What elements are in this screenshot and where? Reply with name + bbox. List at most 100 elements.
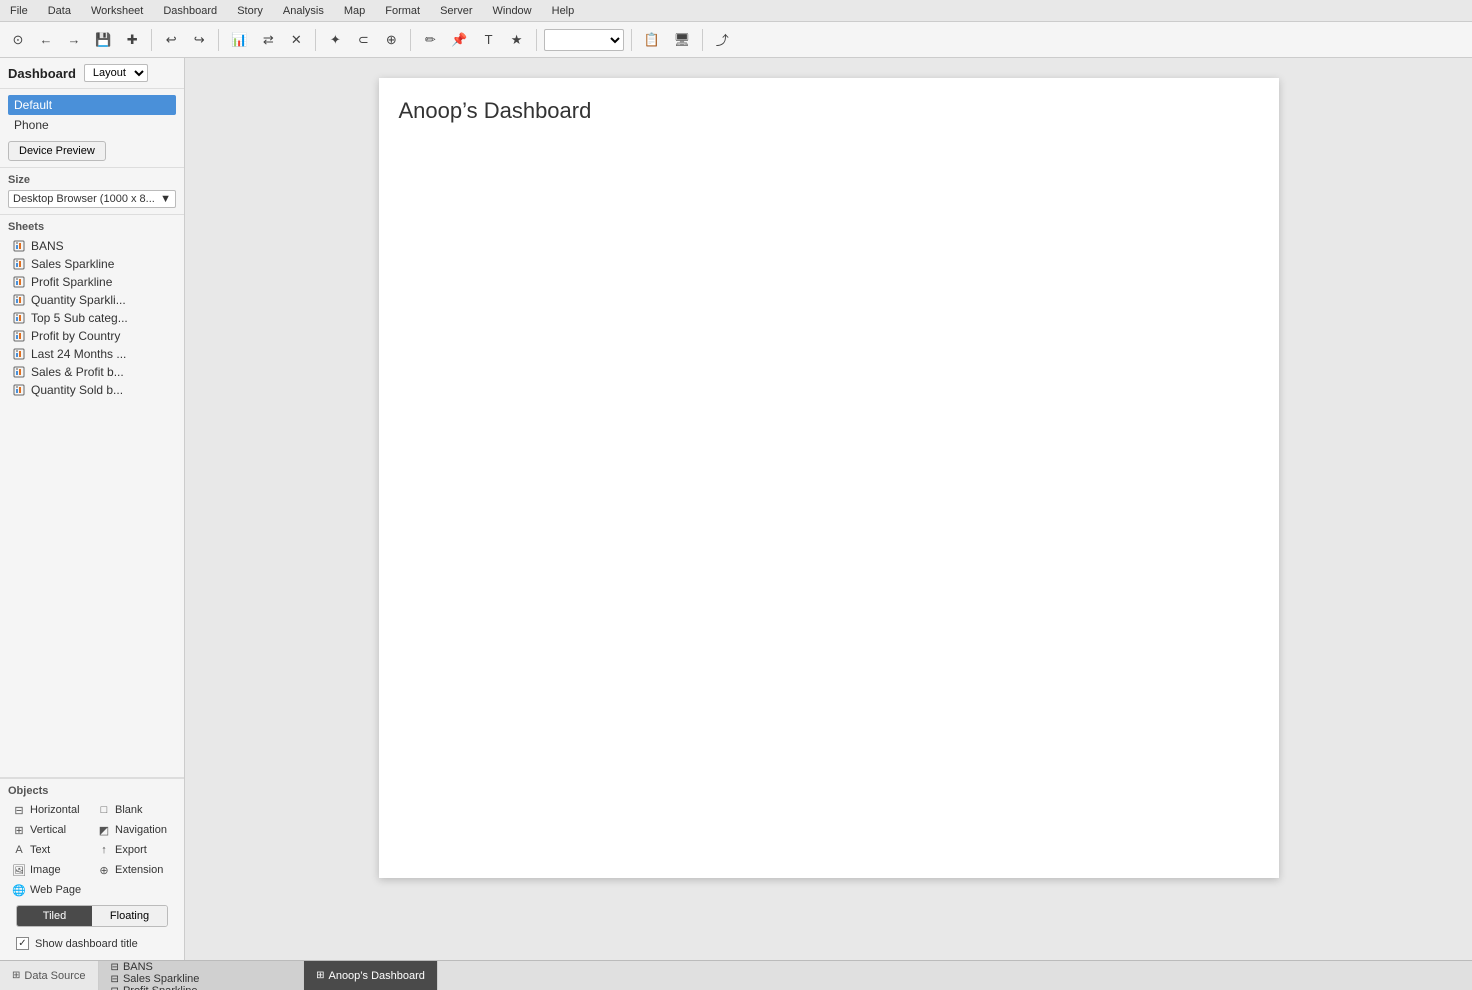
sheet-icon [12, 311, 26, 325]
tab-label: Profit Sparkline [123, 985, 198, 990]
lasso-button[interactable]: ⊂ [351, 27, 375, 53]
object-icon: ⊟ [12, 803, 26, 817]
tab-bans[interactable]: ⊟BANS [99, 961, 305, 973]
star-button[interactable]: ★ [505, 27, 529, 53]
pen-button[interactable]: ✏ [418, 27, 442, 53]
object-item-text[interactable]: A Text [8, 841, 91, 859]
sheets-section: Sheets BANS Sales Sparkline [0, 215, 184, 778]
sheet-item[interactable]: Profit Sparkline [8, 273, 176, 291]
sheet-name: BANS [31, 239, 64, 253]
forward-button[interactable]: → [62, 27, 86, 53]
sheet-item[interactable]: Sales Sparkline [8, 255, 176, 273]
object-item-vertical[interactable]: ⊞ Vertical [8, 821, 91, 839]
toolbar-separator-5 [536, 29, 537, 51]
object-item-web-page[interactable]: 🌐 Web Page [8, 881, 91, 899]
sheet-name: Sales & Profit b... [31, 365, 124, 379]
object-icon: ⊕ [97, 863, 111, 877]
text-button[interactable]: T [477, 27, 501, 53]
menu-help[interactable]: Help [548, 3, 579, 19]
tab-icon: ⊟ [111, 962, 119, 973]
tab-sales-sparkline[interactable]: ⊟Sales Sparkline [99, 973, 305, 985]
panel-title: Dashboard [8, 66, 76, 81]
canvas-area[interactable]: Anoop’s Dashboard [185, 58, 1472, 960]
toolbar-separator-1 [151, 29, 152, 51]
redo-button[interactable]: ↪ [187, 27, 211, 53]
object-item-export[interactable]: ↑ Export [93, 841, 176, 859]
zoom-button[interactable]: ⊕ [379, 27, 403, 53]
layout-dropdown[interactable]: Layout [84, 64, 148, 82]
menu-dashboard[interactable]: Dashboard [159, 3, 221, 19]
toolbar-separator-4 [410, 29, 411, 51]
menu-format[interactable]: Format [381, 3, 424, 19]
object-item-horizontal[interactable]: ⊟ Horizontal [8, 801, 91, 819]
marks-dropdown[interactable] [544, 29, 624, 51]
sheet-item[interactable]: Last 24 Months ... [8, 345, 176, 363]
device-button[interactable]: 🖥 [669, 27, 696, 53]
toolbar-separator-7 [702, 29, 703, 51]
object-item-extension[interactable]: ⊕ Extension [93, 861, 176, 879]
toolbar-separator-3 [315, 29, 316, 51]
device-phone[interactable]: Phone [8, 115, 176, 135]
show-dashboard-title[interactable]: ✓ Show dashboard title [8, 933, 176, 954]
floating-button[interactable]: Floating [92, 906, 167, 926]
size-section: Size Desktop Browser (1000 x 8... ▼ [0, 168, 184, 215]
show-title-checkbox[interactable]: ✓ [16, 937, 29, 950]
toolbar-separator-2 [218, 29, 219, 51]
pin-button[interactable]: 📌 [446, 27, 472, 53]
share-button[interactable]: ⤴ [710, 27, 734, 53]
object-item-navigation[interactable]: ◩ Navigation [93, 821, 176, 839]
view-button[interactable]: 📋 [639, 27, 665, 53]
device-preview-button[interactable]: Device Preview [8, 141, 106, 161]
tab-icon: ⊟ [111, 986, 119, 990]
device-default[interactable]: Default [8, 95, 176, 115]
sheet-item[interactable]: Top 5 Sub categ... [8, 309, 176, 327]
left-panel: Dashboard Layout Default Phone Device Pr… [0, 58, 185, 960]
tab-label: Sales Sparkline [123, 973, 199, 985]
objects-label: Objects [8, 785, 176, 797]
toolbar-separator-6 [631, 29, 632, 51]
menu-data[interactable]: Data [44, 3, 75, 19]
add-button[interactable]: ✚ [120, 27, 144, 53]
sheet-tabs: ⊟BANS⊟Sales Sparkline⊟Profit Sparkline⊟Q… [99, 961, 305, 990]
sheet-item[interactable]: Quantity Sparkli... [8, 291, 176, 309]
menu-file[interactable]: File [6, 3, 32, 19]
home-button[interactable]: ⊙ [6, 27, 30, 53]
menu-map[interactable]: Map [340, 3, 369, 19]
show-title-label: Show dashboard title [35, 938, 138, 950]
sheet-item[interactable]: Sales & Profit b... [8, 363, 176, 381]
objects-grid: ⊟ Horizontal □ Blank ⊞ Vertical ◩ Naviga… [8, 801, 176, 899]
back-button[interactable]: ← [34, 27, 58, 53]
sheet-icon [12, 383, 26, 397]
tab-dashboard-active[interactable]: ⊞ Anoop’s Dashboard [304, 961, 438, 990]
menu-worksheet[interactable]: Worksheet [87, 3, 147, 19]
menu-window[interactable]: Window [489, 3, 536, 19]
sheet-icon [12, 257, 26, 271]
object-icon: ↑ [97, 843, 111, 857]
highlight-button[interactable]: ✦ [323, 27, 347, 53]
size-dropdown[interactable]: Desktop Browser (1000 x 8... ▼ [8, 190, 176, 208]
object-label: Extension [115, 864, 163, 876]
menu-analysis[interactable]: Analysis [279, 3, 328, 19]
swap-button[interactable]: ⇄ [256, 27, 280, 53]
object-item-image[interactable]: 🖼 Image [8, 861, 91, 879]
tab-datasource[interactable]: ⊞ Data Source [0, 961, 99, 990]
object-label: Web Page [30, 884, 81, 896]
tab-profit-sparkline[interactable]: ⊟ Profit Sparkline [99, 985, 305, 990]
object-icon: ⊞ [12, 823, 26, 837]
sheet-item[interactable]: BANS [8, 237, 176, 255]
sheet-icon [12, 275, 26, 289]
clear-button[interactable]: ✕ [284, 27, 308, 53]
tiled-button[interactable]: Tiled [17, 906, 92, 926]
undo-button[interactable]: ↩ [159, 27, 183, 53]
menu-story[interactable]: Story [233, 3, 267, 19]
sheet-icon [12, 365, 26, 379]
menu-server[interactable]: Server [436, 3, 476, 19]
sheet-name: Last 24 Months ... [31, 347, 126, 361]
save-button[interactable]: 💾 [90, 27, 116, 53]
sheet-item[interactable]: Profit by Country [8, 327, 176, 345]
chart-button[interactable]: 📊 [226, 27, 252, 53]
sheet-item[interactable]: Quantity Sold b... [8, 381, 176, 399]
sheet-name: Sales Sparkline [31, 257, 114, 271]
object-icon: A [12, 843, 26, 857]
object-item-blank[interactable]: □ Blank [93, 801, 176, 819]
